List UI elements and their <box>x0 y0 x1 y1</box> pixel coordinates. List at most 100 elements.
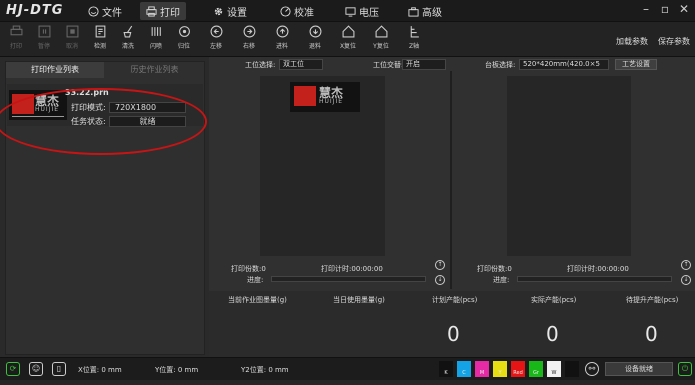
ink-swatch-m: M <box>475 361 489 377</box>
right-progress-bar <box>517 276 672 282</box>
app-brand: HJ-DTG <box>6 3 64 18</box>
right-print-count: 打印份数:0 <box>477 264 512 274</box>
station-select-label: 工位选择: <box>245 61 276 69</box>
power-icon[interactable]: ⏻ <box>678 362 692 376</box>
process-settings-button[interactable]: 工艺设置 <box>615 59 657 70</box>
ink-label: W <box>551 370 557 376</box>
station-select[interactable]: 双工位 <box>279 59 323 70</box>
person-icon[interactable]: ☺ <box>29 362 43 376</box>
toolbar: 打印 暂停 取消 检测 清洗 闪喷 归位 左移 右移 进料 退料 X复位 Y复位… <box>0 22 695 57</box>
z-axis-icon <box>410 26 419 38</box>
left-down-button[interactable]: ↓ <box>435 275 445 285</box>
ink-today-label: 当日使用墨量(g) <box>333 296 385 304</box>
print-count-label: 打印份数: <box>231 265 262 273</box>
ink-label: K <box>444 370 448 376</box>
menu-tab-label: 校准 <box>294 7 314 19</box>
task-status-value: 就绪 <box>109 116 186 127</box>
station-alternate-select[interactable]: 开启 <box>402 59 446 70</box>
workspace: 工位选择: 双工位 工位交替: 开启 台板选择: 520*420mm(420.0… <box>209 57 695 357</box>
tool-x-home-button[interactable]: X复位 <box>337 24 359 55</box>
logo-mark <box>12 94 34 114</box>
left-print-count: 打印份数:0 <box>231 264 266 274</box>
tool-label: 清洗 <box>121 43 134 50</box>
menu-tab-voltage[interactable]: 电压 <box>339 2 385 20</box>
tool-check-button[interactable]: 检测 <box>89 24 111 55</box>
print-timer-label: 打印计时: <box>321 265 352 273</box>
menu-tab-print[interactable]: 打印 <box>140 2 186 20</box>
tool-home-button[interactable]: 归位 <box>173 24 195 55</box>
left-up-button[interactable]: ↑ <box>435 260 445 270</box>
job-filename: 33.22.prn <box>65 88 109 97</box>
logo-line <box>12 116 64 117</box>
job-card[interactable]: 慧杰 HUIJIE 33.22.prn 打印模式: 720X1800 任务状态:… <box>7 84 203 127</box>
tool-flash-spray-button[interactable]: 闪喷 <box>145 24 167 55</box>
tab-history-jobs[interactable]: 历史作业列表 <box>105 62 204 78</box>
tool-clean-button[interactable]: 清洗 <box>117 24 139 55</box>
planned-capacity-label: 计划产能(pcs) <box>432 296 478 304</box>
maximize-button[interactable]: ▫ <box>656 1 674 17</box>
right-station-canvas[interactable] <box>507 76 631 256</box>
preview-image: 慧杰 HUIJIE <box>290 82 360 112</box>
connection-icon[interactable]: ⟳ <box>6 362 20 376</box>
save-params-button[interactable]: 保存参数 <box>658 36 690 47</box>
task-status-label: 任务状态: <box>71 117 106 126</box>
gear-icon <box>214 7 223 15</box>
monitor-icon <box>345 6 356 17</box>
thermometer-icon[interactable]: ▯ <box>52 362 66 376</box>
tool-label: 右移 <box>242 43 255 50</box>
tool-pause-button[interactable]: 暂停 <box>33 24 55 55</box>
home-target-icon <box>178 26 190 37</box>
tool-move-right-button[interactable]: 右移 <box>238 24 260 55</box>
ink-swatch-y: Y <box>493 361 507 377</box>
platen-select[interactable]: 520*420mm(420.0×5 <box>519 59 609 70</box>
tool-feed-button[interactable]: 进料 <box>271 24 293 55</box>
right-up-button[interactable]: ↑ <box>681 260 691 270</box>
pending-capacity-value: 0 <box>645 322 658 346</box>
close-button[interactable]: ✕ <box>675 1 693 17</box>
actual-capacity-label: 实际产能(pcs) <box>531 296 577 304</box>
arrow-up-icon <box>276 25 288 38</box>
pending-capacity-label: 待提升产能(pcs) <box>626 296 679 304</box>
platen-select-label: 台板选择: <box>485 61 516 69</box>
menu-bar: HJ-DTG 文件 打印 设置 校准 电压 高级 – ▫ ✕ <box>0 0 695 22</box>
tool-label: X复位 <box>339 43 357 50</box>
left-progress-label: 进度: <box>247 276 264 284</box>
ink-swatch-red: Red <box>511 361 525 377</box>
menu-tab-calibrate[interactable]: 校准 <box>274 2 320 20</box>
menu-tab-file[interactable]: 文件 <box>82 2 128 20</box>
tool-retract-button[interactable]: 退料 <box>304 24 326 55</box>
print-mode-select[interactable]: 720X1800 <box>109 102 186 113</box>
print-icon <box>10 25 22 36</box>
station-divider <box>450 71 452 289</box>
menu-tab-advanced[interactable]: 高级 <box>402 2 448 20</box>
menu-tab-settings[interactable]: 设置 <box>207 2 253 20</box>
ink-swatch-gr: Gr <box>529 361 543 377</box>
tool-cancel-button[interactable]: 取消 <box>61 24 83 55</box>
link-icon[interactable]: ⚯ <box>585 362 599 376</box>
tool-label: 闪喷 <box>149 43 162 50</box>
minimize-button[interactable]: – <box>637 1 655 17</box>
tab-print-jobs[interactable]: 打印作业列表 <box>6 62 104 78</box>
arrow-left-icon <box>210 25 222 38</box>
clean-icon <box>122 25 132 38</box>
left-print-timer: 打印计时:00:00:00 <box>321 264 383 274</box>
job-thumbnail: 慧杰 HUIJIE <box>9 90 67 120</box>
tool-y-home-button[interactable]: Y复位 <box>370 24 392 55</box>
right-down-button[interactable]: ↓ <box>681 275 691 285</box>
tool-print-button[interactable]: 打印 <box>5 24 27 55</box>
load-params-button[interactable]: 加载参数 <box>616 36 648 47</box>
tool-move-left-button[interactable]: 左移 <box>205 24 227 55</box>
station-alternate-value: 开启 <box>406 60 420 68</box>
tool-label: 退料 <box>308 43 321 50</box>
tool-z-axis-button[interactable]: Z轴 <box>403 24 425 55</box>
status-bar: ⟳ ☺ ▯ X位置: 0 mm Y位置: 0 mm Y2位置: 0 mm K C… <box>0 357 695 380</box>
ink-swatch-w: W <box>547 361 561 377</box>
print-count-value: 0 <box>261 265 266 273</box>
ink-label: Y <box>498 370 502 376</box>
station-select-value: 双工位 <box>283 60 304 68</box>
app-window: HJ-DTG 文件 打印 设置 校准 电压 高级 – ▫ ✕ 打印 暂停 取消 … <box>0 0 695 380</box>
device-status-button[interactable]: 设备就绪 <box>605 362 673 376</box>
y2-position: Y2位置: 0 mm <box>241 366 289 374</box>
left-station-canvas[interactable]: 慧杰 HUIJIE <box>260 76 385 256</box>
ink-label: Gr <box>533 370 539 376</box>
